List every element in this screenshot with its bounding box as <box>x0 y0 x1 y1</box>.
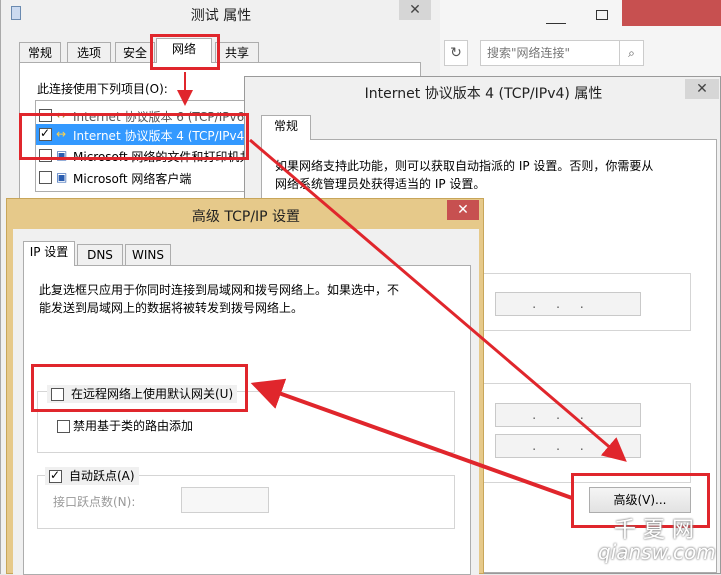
list-item[interactable]: ↔ Internet 协议版本 6 (TCP/IPv6) <box>36 105 254 125</box>
auto-metric-checkbox[interactable] <box>49 468 62 483</box>
tab-wins[interactable]: WINS <box>125 244 171 266</box>
alternate-dns-field[interactable]: ... <box>495 434 641 458</box>
disable-class-routes-checkbox[interactable] <box>57 420 70 433</box>
tab-ip-settings[interactable]: IP 设置 <box>23 241 75 266</box>
list-item-selected[interactable]: ↔ Internet 协议版本 4 (TCP/IPv4) <box>36 124 254 145</box>
tab-dns[interactable]: DNS <box>77 244 123 266</box>
advanced-button[interactable]: 高级(V)... <box>589 487 691 513</box>
refresh-button[interactable]: ↻ <box>444 40 468 66</box>
list-item[interactable]: ▣ Microsoft 网络客户端 <box>36 167 254 188</box>
use-default-gateway-checkbox[interactable] <box>51 388 64 401</box>
explorer-close-button[interactable] <box>622 0 721 26</box>
search-icon[interactable]: ⌕ <box>620 40 644 66</box>
properties-window-title: 测试 属性 <box>190 8 252 24</box>
protocol-icon: ↔ <box>56 108 67 122</box>
refresh-icon: ↻ <box>450 45 462 61</box>
list-item[interactable]: ▣ Microsoft 网络的文件和打印机共 <box>36 145 254 166</box>
interface-metric-input[interactable] <box>181 487 269 513</box>
tab-security[interactable]: 安全 <box>115 42 155 64</box>
item-checkbox[interactable] <box>39 149 52 162</box>
explorer-window: ↻ 搜索"网络连接" ⌕ <box>430 0 721 80</box>
tab-sharing[interactable]: 共享 <box>215 42 259 64</box>
interface-metric-label: 接口跃点数(N): <box>53 495 136 509</box>
preferred-dns-field[interactable]: ... <box>495 403 641 427</box>
dns-group <box>483 383 691 483</box>
search-input[interactable]: 搜索"网络连接" <box>480 40 620 66</box>
properties-close-button[interactable]: ✕ <box>399 0 431 20</box>
explorer-max-button[interactable] <box>596 10 608 20</box>
ip-address-field[interactable]: ... <box>495 292 641 316</box>
tab-options[interactable]: 选项 <box>67 42 111 64</box>
advanced-description: 此复选框只应用于你同时连接到局域网和拨号网络上。如果选中，不能发送到局域网上的数… <box>39 283 400 315</box>
explorer-min-button[interactable] <box>546 8 566 24</box>
ipv4-window-title: Internet 协议版本 4 (TCP/IPv4) 属性 <box>364 86 603 102</box>
tab-ipv4-general[interactable]: 常规 <box>261 115 311 140</box>
auto-metric-option[interactable]: 自动跃点(A) <box>45 467 139 485</box>
item-checkbox[interactable] <box>39 171 52 184</box>
connection-items-list[interactable]: ↔ Internet 协议版本 6 (TCP/IPv6) ↔ Internet … <box>35 100 255 192</box>
ipv4-description: 如果网络支持此功能，则可以获取自动指派的 IP 设置。否则，你需要从网络系统管理… <box>275 159 654 191</box>
protocol-icon: ↔ <box>56 127 67 141</box>
connection-items-label: 此连接使用下列项目(O): <box>37 82 168 96</box>
advanced-window-title: 高级 TCP/IP 设置 <box>191 209 301 225</box>
item-checkbox[interactable] <box>39 126 52 141</box>
advanced-tcpip-window: 高级 TCP/IP 设置 ✕ IP 设置 DNS WINS 此复选框只应用于你同… <box>6 198 484 575</box>
watermark-line2: qiansw.com <box>598 540 716 564</box>
tab-general[interactable]: 常规 <box>19 42 61 64</box>
ipv4-close-button[interactable]: ✕ <box>685 79 719 99</box>
item-checkbox[interactable] <box>39 109 52 122</box>
network-icon: ▣ <box>56 170 68 184</box>
use-default-gateway-option[interactable]: 在远程网络上使用默认网关(U) <box>47 385 238 403</box>
advanced-close-button[interactable]: ✕ <box>447 200 479 220</box>
network-icon: ▣ <box>56 148 68 162</box>
tab-network[interactable]: 网络 <box>156 38 212 63</box>
disable-class-routes-option[interactable]: 禁用基于类的路由添加 <box>55 417 193 435</box>
